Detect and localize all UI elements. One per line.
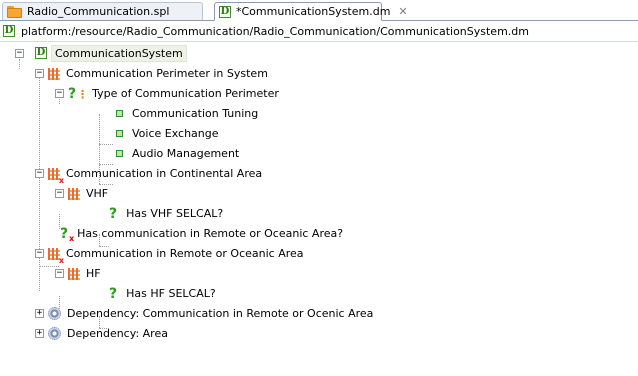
tree-node-label: CommunicationSystem — [51, 44, 187, 62]
feature-group-icon — [48, 167, 64, 185]
tree-node[interactable]: Voice Exchange — [113, 123, 219, 143]
tab-communication-system[interactable]: D *CommunicationSystem.dm ✕ — [214, 2, 408, 21]
tree-node-root[interactable]: − D CommunicationSystem — [15, 43, 187, 63]
tree-node-label: VHF — [86, 186, 109, 200]
tree-node[interactable]: ? Has VHF SELCAL? — [109, 203, 223, 223]
close-icon[interactable]: ✕ — [398, 5, 407, 18]
collapse-toggle[interactable]: − — [55, 88, 64, 98]
tab-radio-communication[interactable]: Radio_Communication.spl — [2, 2, 203, 20]
tab-label: *CommunicationSystem.dm — [236, 5, 391, 18]
collapse-toggle[interactable]: − — [15, 48, 24, 58]
tree-node[interactable]: Audio Management — [113, 143, 239, 163]
tree-node-label: Has HF SELCAL? — [126, 286, 216, 300]
tree-node-label: Communication Perimeter in System — [66, 66, 268, 80]
tree-node[interactable]: ? Has HF SELCAL? — [109, 283, 216, 303]
tree-connector — [99, 144, 113, 145]
tree-node-label: Voice Exchange — [132, 126, 219, 140]
feature-group-icon — [48, 247, 64, 265]
collapse-toggle[interactable]: − — [55, 188, 64, 198]
tree-node-label: Dependency: Communication in Remote or O… — [67, 306, 374, 320]
feature-group-icon — [48, 67, 60, 80]
value-icon — [116, 109, 123, 117]
question-icon: ? — [109, 206, 118, 222]
resource-path: platform:/resource/Radio_Communication/R… — [21, 24, 529, 38]
resource-path-bar: D platform:/resource/Radio_Communication… — [0, 21, 638, 42]
tree-node-label: Has communication in Remote or Oceanic A… — [77, 226, 344, 240]
tree-node[interactable]: − Communication in Continental Area — [35, 163, 263, 185]
tree-node[interactable]: − ? Type of Communication Perimeter — [55, 83, 279, 103]
value-icon — [116, 129, 123, 137]
collapse-toggle[interactable]: − — [35, 248, 44, 258]
question-icon: ? — [109, 286, 118, 302]
tree-node[interactable]: Communication Tuning — [113, 103, 258, 123]
tree-node-label: Type of Communication Perimeter — [92, 86, 279, 100]
tree-node[interactable]: − Communication Perimeter in System — [35, 63, 268, 83]
collapse-toggle[interactable]: − — [35, 68, 44, 78]
collapse-toggle[interactable]: − — [35, 168, 44, 178]
tab-label: Radio_Communication.spl — [27, 5, 170, 18]
collapse-toggle[interactable]: − — [55, 268, 64, 278]
model-tree: − D CommunicationSystem − Communication … — [0, 44, 638, 376]
tree-node-label: Communication in Continental Area — [66, 166, 263, 180]
dm-file-icon: D — [3, 25, 15, 37]
tree-node[interactable]: − VHF — [55, 183, 108, 203]
dependency-gear-icon — [48, 306, 61, 320]
tree-node[interactable]: − HF — [55, 263, 101, 283]
tree-node-label: Dependency: Area — [67, 326, 168, 340]
tree-node-label: HF — [86, 266, 101, 280]
folder-icon — [7, 5, 23, 18]
question-icon: ? — [60, 226, 74, 243]
dependency-gear-icon — [48, 326, 61, 340]
tree-node-label: Communication Tuning — [132, 106, 259, 120]
tree-node[interactable]: + Dependency: Area — [35, 323, 168, 343]
editor-tab-bar: Radio_Communication.spl D *Communication… — [0, 0, 638, 21]
value-icon — [116, 149, 123, 157]
tree-node[interactable]: ? Has communication in Remote or Oceanic… — [60, 223, 343, 243]
feature-group-icon — [68, 187, 80, 200]
tree-node-label: Has VHF SELCAL? — [126, 206, 224, 220]
dm-file-icon: D — [35, 47, 47, 59]
tree-node-label: Audio Management — [132, 146, 240, 160]
tree-node-label: Communication in Remote or Oceanic Area — [66, 246, 304, 260]
feature-group-icon — [68, 267, 80, 280]
dm-file-icon: D — [219, 5, 231, 18]
expand-toggle[interactable]: + — [35, 328, 44, 338]
tree-node[interactable]: − Communication in Remote or Oceanic Are… — [35, 243, 304, 265]
tree-node[interactable]: + Dependency: Communication in Remote or… — [35, 303, 373, 323]
question-icon: ? — [68, 86, 88, 102]
expand-toggle[interactable]: + — [35, 308, 44, 318]
